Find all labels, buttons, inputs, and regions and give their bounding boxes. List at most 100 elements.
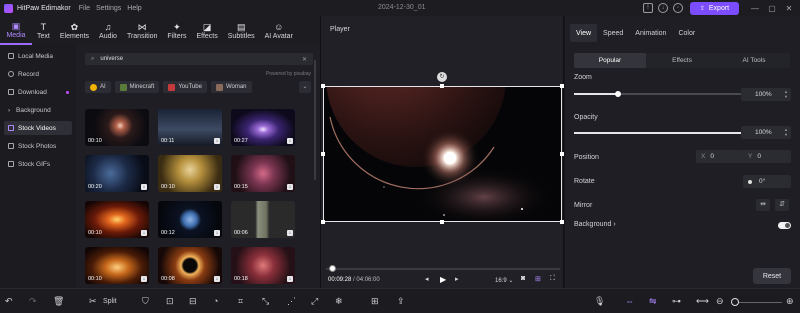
freeze-frame-icon[interactable]: ⊟ [189,296,197,307]
sidebar-item-stock-photos[interactable]: Stock Photos [4,139,72,153]
sidebar-item-background[interactable]: › Background [4,103,72,117]
search-input[interactable]: ⌕ universe ✕ [85,53,313,65]
shield-icon[interactable]: ⛉ [142,296,149,307]
tool-filters[interactable]: ✦ Filters [162,16,191,45]
aspect-ratio-select[interactable]: 16:9 ⌄ [495,277,513,284]
clip-thumbnail[interactable]: 00:15 ↓ [231,155,295,192]
sidebar-item-stock-gifs[interactable]: Stock GIFs [4,157,72,171]
snap-icon[interactable]: ⇋ [649,296,657,307]
clip-thumbnail[interactable]: 00:27 ↓ [231,109,295,146]
play-icon[interactable]: ▶ [440,275,446,284]
stepper-icon[interactable]: ▲ ▼ [784,127,788,137]
sidebar-item-record[interactable]: Record [4,67,72,81]
crop-icon[interactable]: ⌗ [238,296,243,307]
resize-handle[interactable] [321,220,325,224]
grid-icon[interactable]: ⊞ [535,275,541,283]
menu-settings[interactable]: Settings [96,5,121,12]
download-icon[interactable]: ↓ [214,184,220,190]
clear-search-icon[interactable]: ✕ [302,56,307,63]
clip-thumbnail[interactable]: 00:06 ↓ [231,201,295,238]
tool-text[interactable]: T Text [32,16,55,45]
message-icon[interactable]: ! [643,3,653,13]
timeline-zoom-knob[interactable] [731,298,739,306]
background-toggle[interactable] [778,222,791,229]
download-icon[interactable]: ↓ [287,230,293,236]
fit-timeline-icon[interactable]: ⟷ [696,296,709,307]
next-frame-icon[interactable]: ▸ [455,275,459,283]
zoom-in-icon[interactable]: ⊕ [786,296,794,307]
chip-minecraft[interactable]: Minecraft [114,81,160,93]
clip-thumbnail[interactable]: 00:18 ↓ [231,247,295,284]
subtab-effects[interactable]: Effects [646,53,718,68]
previous-frame-icon[interactable]: ◂ [425,275,429,283]
clip-thumbnail[interactable]: 00:12 ↓ [158,201,222,238]
tool-effects[interactable]: ◪ Effects [191,16,222,45]
menu-help[interactable]: Help [127,5,141,12]
resize-handle[interactable] [321,84,325,88]
resize-handle[interactable] [321,152,325,156]
microphone-icon[interactable]: 🎙 [594,296,605,307]
download-icon[interactable]: ↓ [141,184,147,190]
tool-transition[interactable]: ⋈ Transition [122,16,162,45]
speed-icon[interactable]: ◔ [213,296,218,306]
tab-view[interactable]: View [570,24,598,42]
tab-animation[interactable]: Animation [629,24,672,42]
tool-ai-avatar[interactable]: ☺ AI Avatar [260,16,298,45]
playback-scrubber[interactable] [329,265,336,272]
clip-thumbnail[interactable]: 00:08 ↓ [158,247,222,284]
undo-icon[interactable]: ↶ [5,296,13,307]
resize-handle[interactable] [560,220,564,224]
mask-icon[interactable]: ⋰ [287,296,296,307]
export-clip-icon[interactable]: ⇪ [397,296,405,307]
snapshot-icon[interactable]: ◙ [521,275,525,282]
download-icon[interactable]: ↓ [141,230,147,236]
tool-media[interactable]: ▣ Media [0,16,32,45]
split-label[interactable]: Split [103,298,117,305]
chevron-down-icon[interactable]: ⌄ [299,81,311,93]
tool-elements[interactable]: ✿ Elements [55,16,94,45]
account-icon[interactable]: ◦ [673,3,683,13]
position-y-field[interactable]: Y 0 [743,150,791,163]
chip-youtube[interactable]: YouTube [163,81,207,93]
timeline-zoom-track[interactable] [738,302,782,303]
zoom-slider[interactable] [574,91,748,97]
subtab-popular[interactable]: Popular [574,53,646,68]
split-icon[interactable]: ✂ [89,296,97,307]
resize-handle[interactable] [560,84,564,88]
fullscreen-icon[interactable]: ⛶ [550,275,555,283]
sidebar-item-stock-videos[interactable]: Stock Videos [4,121,72,135]
download-icon[interactable]: ↓ [287,138,293,144]
zoom-value-field[interactable]: 100% ▲ ▼ [741,88,791,101]
chip-woman[interactable]: Woman [210,81,252,93]
minimize-icon[interactable]: — [749,4,761,13]
playback-progress-track[interactable] [326,268,560,270]
chip-ai[interactable]: AI [85,81,111,93]
opacity-value-field[interactable]: 100% ▲ ▼ [741,126,791,139]
download-icon[interactable]: ↓ [214,230,220,236]
zoom-slider-knob[interactable] [615,91,621,97]
browser-scrollbar[interactable] [314,60,316,180]
sidebar-item-local-media[interactable]: Local Media [4,49,72,63]
screenshot-icon[interactable]: ⊞ [371,296,379,307]
delete-icon[interactable]: 🗑 [53,296,64,307]
resize-handle[interactable] [440,220,444,224]
download-icon[interactable]: ↓ [287,276,293,282]
download-icon[interactable]: ↓ [214,276,220,282]
resize-handle[interactable] [440,84,444,88]
freeze-icon[interactable]: ❄ [335,296,343,307]
background-section[interactable]: Background › [574,221,616,228]
sidebar-item-download[interactable]: Download [4,85,72,99]
maximize-icon[interactable]: ▢ [766,4,778,13]
clip-thumbnail[interactable]: 00:10 ↓ [158,155,222,192]
transform-icon[interactable]: ⤢ [311,296,318,307]
stepper-icon[interactable]: ▲ ▼ [784,89,788,99]
position-x-field[interactable]: X 0 [696,150,744,163]
close-icon[interactable]: ✕ [783,4,795,13]
zoom-out-icon[interactable]: ⊖ [716,296,724,307]
redo-icon[interactable]: ↷ [29,296,37,307]
download-icon[interactable]: ↓ [214,138,220,144]
menu-file[interactable]: File [79,5,90,12]
subtab-ai-tools[interactable]: AI Tools [718,53,790,68]
tool-audio[interactable]: ♫ Audio [94,16,122,45]
clip-thumbnail[interactable]: 00:10 [85,109,149,146]
